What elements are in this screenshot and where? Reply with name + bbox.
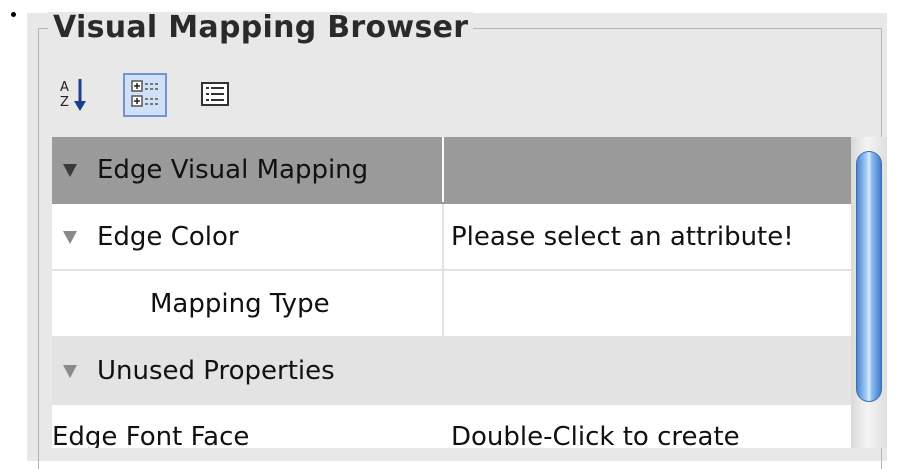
categorized-view-button[interactable] [123,73,167,117]
table-row-category[interactable]: Edge Visual Mapping [52,137,851,204]
property-name-cell: Edge Font Face [52,405,444,448]
property-table: Edge Visual Mapping Edge Color Please se… [52,137,851,448]
panel-title: Visual Mapping Browser [48,12,474,44]
property-name-cell: Edge Color [52,204,444,269]
svg-text:A: A [60,80,69,95]
property-name-cell: Mapping Type [52,271,444,336]
svg-text:Z: Z [60,95,69,110]
description-view-button[interactable] [193,73,237,117]
property-value-cell[interactable]: Double-Click to create [444,405,851,449]
property-value-cell[interactable]: Please select an attribute! [444,204,851,269]
description-view-icon [201,82,229,106]
property-name-cell: Edge Visual Mapping [52,137,444,202]
table-row-property[interactable]: Edge Font Face Double-Click to create [52,405,851,448]
child-property-label: Mapping Type [150,288,330,319]
sort-alphabetically-button[interactable]: A Z [53,73,97,117]
expand-triangle-icon[interactable] [62,162,78,178]
expand-triangle-icon[interactable] [62,229,78,245]
property-value-cell [444,137,851,202]
expand-triangle-icon[interactable] [62,363,78,379]
list-bullet [11,12,16,17]
property-label: Edge Font Face [52,421,250,449]
vertical-scrollbar-thumb[interactable] [856,151,882,402]
property-name-cell: Unused Properties [52,338,444,403]
table-row-child[interactable]: Mapping Type [52,271,851,338]
sort-alphabetically-icon: A Z [60,79,86,111]
property-value-cell [444,338,851,403]
section-label: Unused Properties [97,355,335,386]
category-label: Edge Visual Mapping [97,154,369,185]
property-value: Please select an attribute! [451,221,794,252]
property-label: Edge Color [97,221,239,252]
table-row-section[interactable]: Unused Properties [52,338,851,405]
property-value: Double-Click to create [451,421,740,449]
categorized-view-icon [131,80,158,107]
property-value-cell[interactable] [444,271,851,336]
table-row-property[interactable]: Edge Color Please select an attribute! [52,204,851,271]
